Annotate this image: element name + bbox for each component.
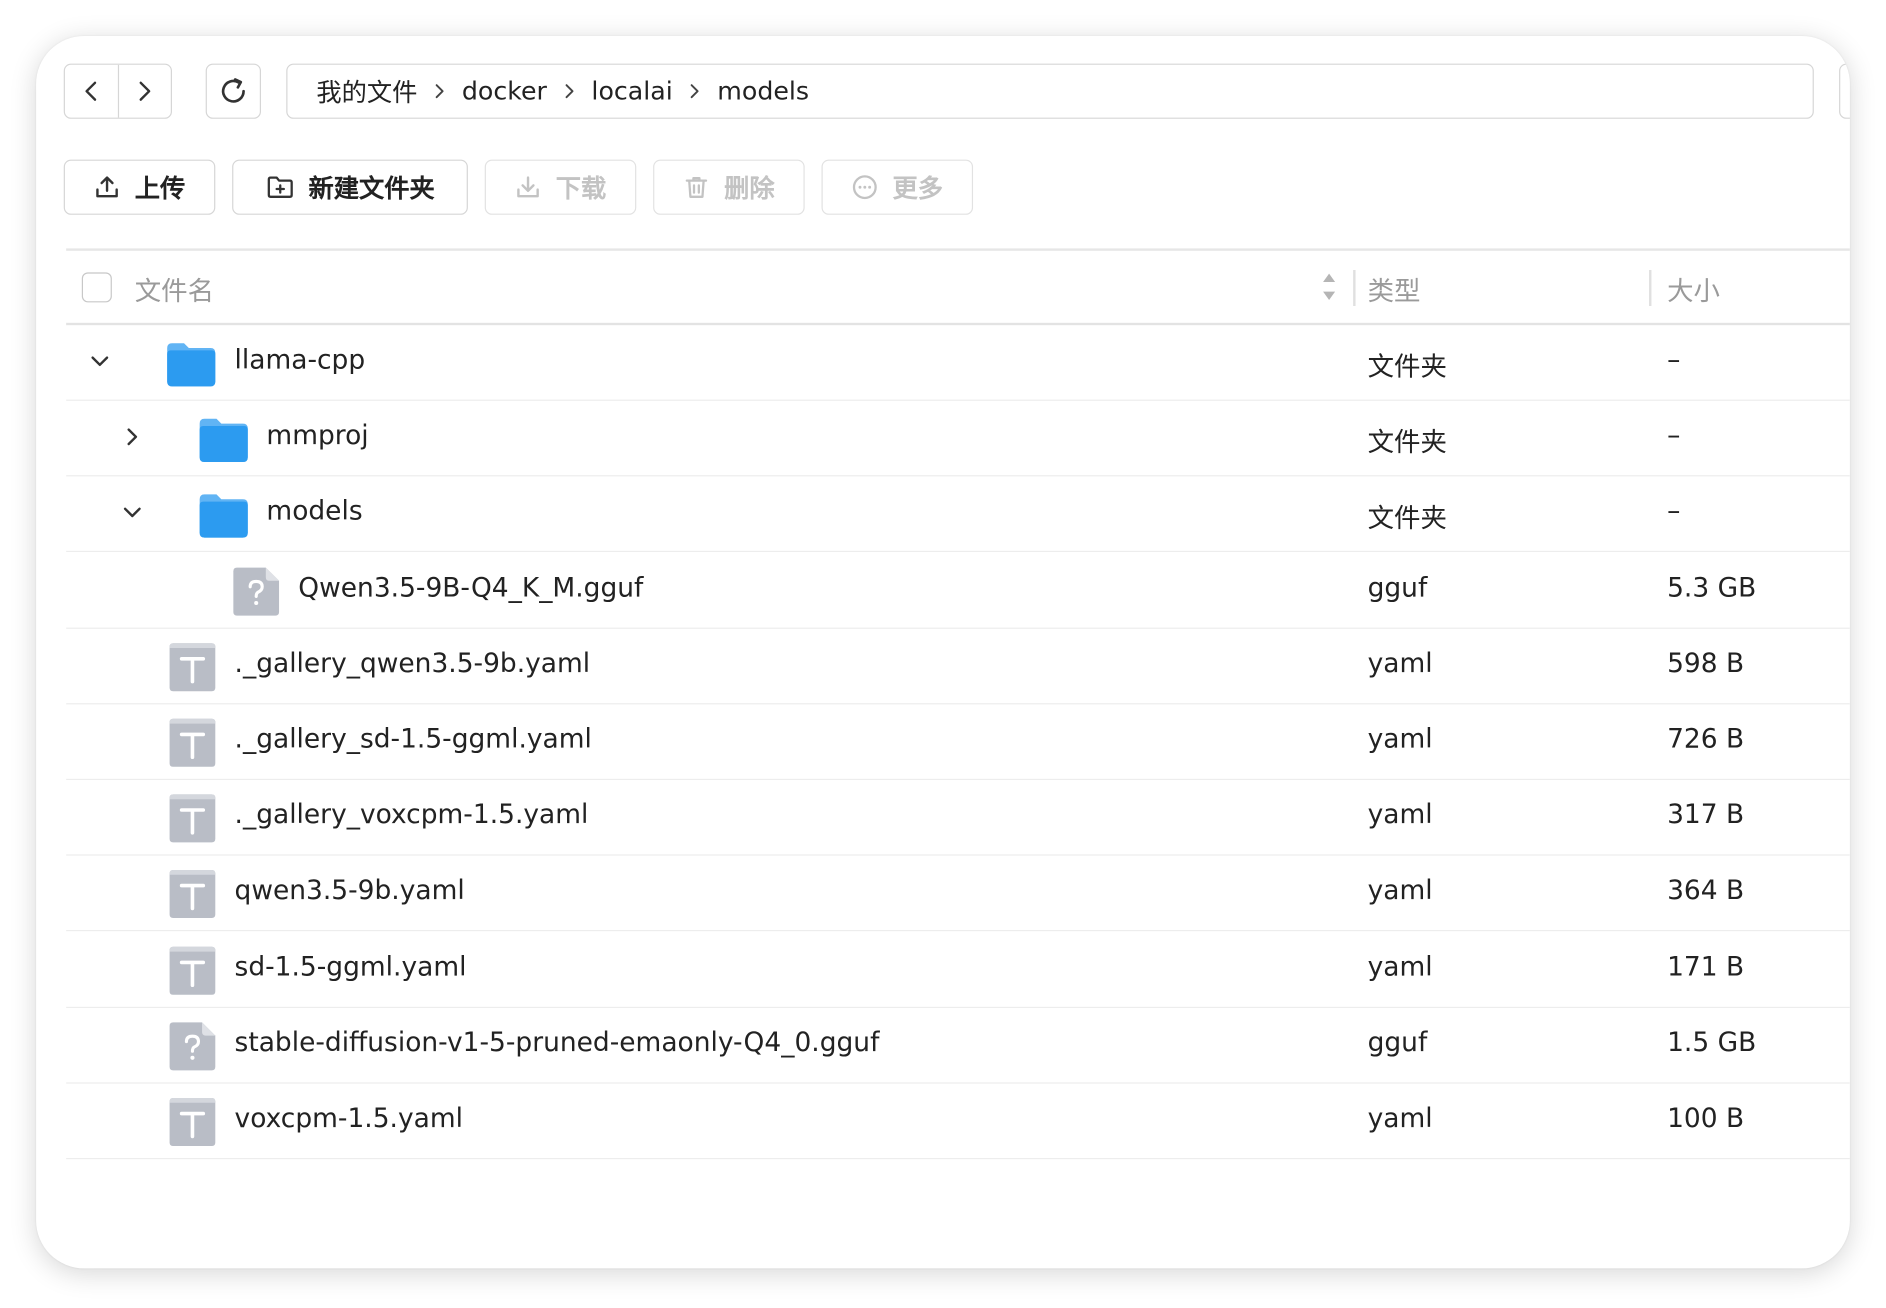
folder-icon [166,338,217,388]
table-row[interactable]: qwen3.5-9b.yaml yaml 364 B [66,856,1850,932]
file-type: gguf [1367,573,1428,604]
more-label: 更多 [892,174,943,203]
table-row[interactable]: stable-diffusion-v1-5-pruned-emaonly-Q4_… [66,1008,1850,1084]
folder-icon [198,490,249,540]
delete-label: 删除 [724,174,775,203]
unknown-file-icon [230,566,281,616]
file-type: gguf [1367,1028,1428,1059]
file-type: 文件夹 [1367,428,1447,459]
download-icon [517,176,539,198]
file-size: – [1667,497,1681,528]
file-name[interactable]: voxcpm-1.5.yaml [235,1104,463,1134]
file-size: 364 B [1667,876,1745,907]
new-folder-icon [267,176,293,198]
file-size: 598 B [1667,648,1745,679]
upload-label: 上传 [134,174,186,203]
file-size: 5.3 GB [1667,573,1757,604]
table-row[interactable]: models 文件夹 – [66,477,1850,553]
file-size: 100 B [1667,1104,1745,1134]
upload-icon [96,176,118,198]
column-header-type[interactable]: 类型 [1368,270,1421,308]
breadcrumb-item-localai[interactable]: localai [591,77,672,106]
breadcrumb-separator-icon [434,83,445,100]
text-file-icon [166,869,217,919]
more-button[interactable]: 更多 [821,159,974,215]
breadcrumb-item-models[interactable]: models [717,77,809,106]
file-size: 317 B [1667,800,1745,831]
table-header: 文件名 类型 大小 [66,251,1850,326]
table-row[interactable]: mmproj 文件夹 – [66,401,1850,477]
select-all-checkbox[interactable] [81,272,112,303]
column-header-name[interactable]: 文件名 [135,270,214,308]
chevron-down-icon[interactable] [120,501,144,525]
file-name[interactable]: stable-diffusion-v1-5-pruned-emaonly-Q4_… [235,1028,880,1058]
text-file-icon [166,1097,217,1147]
unknown-file-icon [166,1021,217,1071]
file-size: 1.5 GB [1667,1028,1757,1059]
file-name[interactable]: sd-1.5-ggml.yaml [235,952,467,982]
delete-button[interactable]: 删除 [653,159,805,215]
file-size: 726 B [1667,724,1745,755]
text-file-icon [166,945,217,995]
file-type: 文件夹 [1367,504,1447,535]
table-row[interactable]: ._gallery_voxcpm-1.5.yaml yaml 317 B [66,780,1850,856]
stage: 我的文件 docker localai models 上传 新建文件夹 下载 删… [0,0,1886,1308]
back-button[interactable] [65,65,117,118]
file-name[interactable]: ._gallery_sd-1.5-ggml.yaml [235,725,592,755]
text-file-icon [166,642,217,692]
file-type: yaml [1367,952,1433,983]
table-row[interactable]: llama-cpp 文件夹 – [66,325,1850,401]
upload-button[interactable]: 上传 [63,159,216,215]
new-folder-label: 新建文件夹 [308,174,435,203]
file-type: yaml [1367,876,1433,907]
refresh-button[interactable] [205,63,262,119]
file-type: yaml [1367,648,1433,679]
file-name[interactable]: models [266,497,362,527]
folder-icon [198,414,249,464]
table-row[interactable]: voxcpm-1.5.yaml yaml 100 B [66,1084,1850,1160]
file-size: – [1667,421,1681,452]
breadcrumb: 我的文件 docker localai models [286,63,1814,119]
column-divider[interactable] [1353,270,1355,306]
refresh-icon [221,78,245,103]
history-nav [63,63,173,119]
table-row[interactable]: sd-1.5-ggml.yaml yaml 171 B [66,932,1850,1008]
chevron-down-icon[interactable] [88,349,112,373]
file-size: 171 B [1667,952,1745,983]
breadcrumb-separator-icon [690,83,701,100]
download-label: 下载 [555,174,607,203]
chevron-right-icon [139,81,151,101]
text-file-icon [166,718,217,768]
download-button[interactable]: 下载 [484,159,637,215]
file-name[interactable]: ._gallery_voxcpm-1.5.yaml [235,801,589,831]
file-type: yaml [1367,724,1433,755]
file-name[interactable]: llama-cpp [235,346,366,376]
column-divider[interactable] [1649,270,1651,306]
search-box-edge[interactable] [1839,63,1850,119]
breadcrumb-item-root[interactable]: 我的文件 [316,73,417,109]
chevron-right-icon[interactable] [120,425,144,449]
sort-icon[interactable] [1321,269,1338,305]
file-name[interactable]: mmproj [266,421,368,451]
file-type: yaml [1367,1104,1433,1134]
table-row[interactable]: ._gallery_qwen3.5-9b.yaml yaml 598 B [66,629,1850,705]
new-folder-button[interactable]: 新建文件夹 [232,159,468,215]
text-file-icon [166,793,217,843]
file-name[interactable]: Qwen3.5-9B-Q4_K_M.gguf [298,573,643,603]
file-type: yaml [1367,800,1433,831]
table-row[interactable]: ._gallery_sd-1.5-ggml.yaml yaml 726 B [66,704,1850,781]
column-header-size[interactable]: 大小 [1667,270,1720,308]
file-name[interactable]: ._gallery_qwen3.5-9b.yaml [235,649,591,679]
file-name[interactable]: qwen3.5-9b.yaml [235,876,465,906]
trash-icon [685,177,708,198]
forward-button[interactable] [117,64,171,118]
file-type: 文件夹 [1367,352,1447,383]
chevron-left-icon [85,81,96,101]
file-size: – [1667,345,1681,376]
table-row[interactable]: Qwen3.5-9B-Q4_K_M.gguf gguf 5.3 GB [66,553,1850,629]
more-icon [852,175,877,200]
file-manager-window: 我的文件 docker localai models 上传 新建文件夹 下载 删… [36,36,1850,1269]
breadcrumb-item-docker[interactable]: docker [462,77,547,106]
breadcrumb-separator-icon [564,83,575,100]
